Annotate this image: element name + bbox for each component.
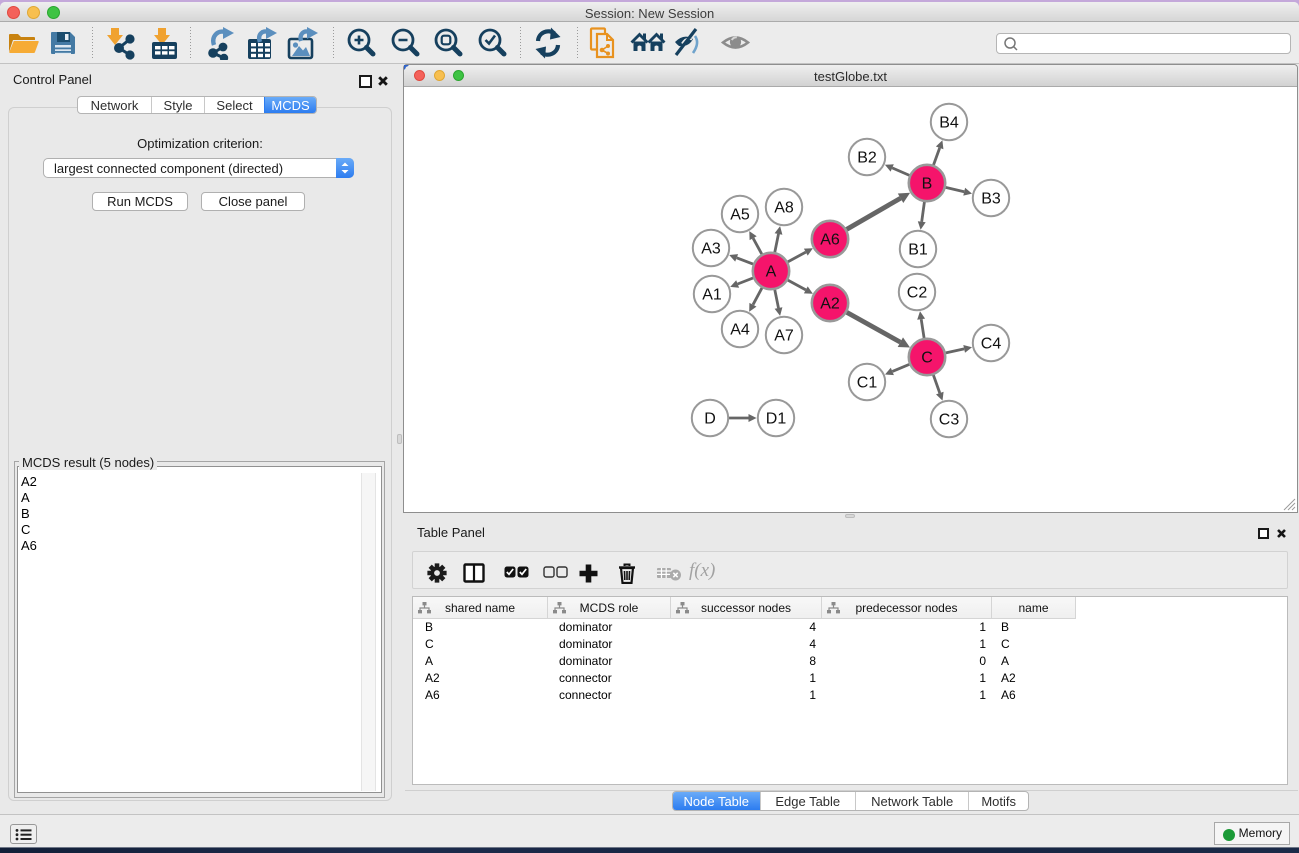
svg-text:B2: B2 — [857, 150, 877, 167]
svg-text:A3: A3 — [701, 241, 721, 258]
svg-text:A2: A2 — [820, 296, 840, 313]
svg-text:A4: A4 — [730, 322, 750, 339]
svg-text:A6: A6 — [820, 232, 840, 249]
svg-text:D1: D1 — [766, 411, 787, 428]
svg-text:C3: C3 — [939, 412, 960, 429]
svg-text:D: D — [704, 411, 716, 428]
svg-text:C2: C2 — [907, 285, 928, 302]
svg-text:A1: A1 — [702, 287, 722, 304]
svg-text:B: B — [922, 176, 933, 193]
svg-text:A5: A5 — [730, 207, 750, 224]
svg-text:C4: C4 — [981, 336, 1002, 353]
svg-text:C: C — [921, 350, 933, 367]
svg-text:A7: A7 — [774, 328, 794, 345]
svg-text:B1: B1 — [908, 242, 928, 259]
svg-text:A8: A8 — [774, 200, 794, 217]
svg-text:A: A — [766, 264, 777, 281]
svg-text:B4: B4 — [939, 115, 959, 132]
svg-text:B3: B3 — [981, 191, 1001, 208]
svg-text:C1: C1 — [857, 375, 878, 392]
